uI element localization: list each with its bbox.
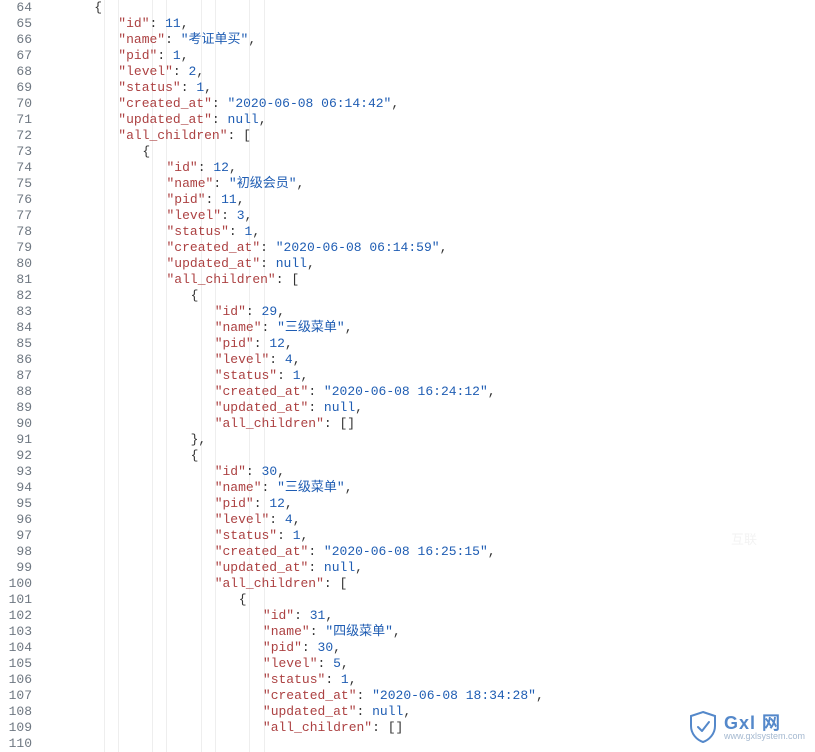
line-number: 91 [6,432,32,448]
line-number: 102 [6,608,32,624]
code-line[interactable]: "name": "初级会员", [42,176,815,192]
line-number: 77 [6,208,32,224]
line-number: 101 [6,592,32,608]
code-line[interactable]: "pid": 12, [42,336,815,352]
code-line[interactable]: "created_at": "2020-06-08 06:14:42", [42,96,815,112]
line-number: 71 [6,112,32,128]
code-line[interactable]: "name": "三级菜单", [42,320,815,336]
line-number: 107 [6,688,32,704]
code-line[interactable]: "created_at": "2020-06-08 18:34:28", [42,688,815,704]
code-line[interactable]: "all_children": [] [42,416,815,432]
line-number: 108 [6,704,32,720]
code-line[interactable]: "status": 1, [42,224,815,240]
code-line[interactable]: "pid": 1, [42,48,815,64]
line-number: 88 [6,384,32,400]
code-line[interactable]: "status": 1, [42,672,815,688]
line-number: 97 [6,528,32,544]
code-line[interactable]: { [42,0,815,16]
line-number: 84 [6,320,32,336]
code-line[interactable]: "all_children": [ [42,272,815,288]
code-line[interactable]: "level": 4, [42,512,815,528]
line-number: 105 [6,656,32,672]
line-number: 74 [6,160,32,176]
watermark-url: www.gxlsystem.com [724,732,805,741]
code-line[interactable]: "all_children": [ [42,576,815,592]
code-line[interactable]: "status": 1, [42,368,815,384]
line-number: 106 [6,672,32,688]
line-number: 75 [6,176,32,192]
code-line[interactable]: { [42,288,815,304]
line-number: 103 [6,624,32,640]
line-number: 73 [6,144,32,160]
line-number: 93 [6,464,32,480]
watermark-logo: Gxl 网 www.gxlsystem.com [688,710,805,744]
line-number: 89 [6,400,32,416]
code-line[interactable]: "status": 1, [42,80,815,96]
code-line[interactable]: "name": "考证单买", [42,32,815,48]
line-number: 68 [6,64,32,80]
line-number: 72 [6,128,32,144]
watermark-brand: Gxl 网 [724,714,805,732]
line-number: 92 [6,448,32,464]
line-number: 76 [6,192,32,208]
line-number: 95 [6,496,32,512]
code-line[interactable]: "updated_at": null, [42,560,815,576]
code-line[interactable]: "level": 2, [42,64,815,80]
line-number: 64 [6,0,32,16]
line-number: 100 [6,576,32,592]
line-number: 82 [6,288,32,304]
line-number: 110 [6,736,32,752]
line-number: 99 [6,560,32,576]
code-area[interactable]: {"id": 11,"name": "考证单买","pid": 1,"level… [42,0,815,752]
line-number: 78 [6,224,32,240]
code-line[interactable]: "level": 5, [42,656,815,672]
code-line[interactable]: { [42,592,815,608]
code-line[interactable]: "status": 1, [42,528,815,544]
code-line[interactable]: "updated_at": null, [42,256,815,272]
code-line[interactable]: "pid": 11, [42,192,815,208]
line-number: 104 [6,640,32,656]
line-number: 67 [6,48,32,64]
line-number: 80 [6,256,32,272]
code-viewer[interactable]: 6465666768697071727374757677787980818283… [0,0,815,752]
code-line[interactable]: "created_at": "2020-06-08 16:25:15", [42,544,815,560]
code-line[interactable]: "pid": 30, [42,640,815,656]
code-line[interactable]: "updated_at": null, [42,112,815,128]
line-number: 90 [6,416,32,432]
line-number: 83 [6,304,32,320]
code-line[interactable]: "all_children": [ [42,128,815,144]
code-line[interactable]: "level": 4, [42,352,815,368]
shield-icon [688,710,718,744]
line-number: 98 [6,544,32,560]
code-line[interactable]: "id": 12, [42,160,815,176]
code-line[interactable]: "id": 30, [42,464,815,480]
line-number: 94 [6,480,32,496]
line-number: 69 [6,80,32,96]
code-line[interactable]: "id": 31, [42,608,815,624]
code-line[interactable]: "level": 3, [42,208,815,224]
line-number: 109 [6,720,32,736]
line-number: 66 [6,32,32,48]
code-line[interactable]: "created_at": "2020-06-08 16:24:12", [42,384,815,400]
line-number: 86 [6,352,32,368]
line-number: 87 [6,368,32,384]
line-number: 70 [6,96,32,112]
code-line[interactable]: { [42,144,815,160]
code-line[interactable]: { [42,448,815,464]
code-line[interactable]: "pid": 12, [42,496,815,512]
line-number: 81 [6,272,32,288]
code-line[interactable]: "name": "三级菜单", [42,480,815,496]
code-line[interactable]: "id": 29, [42,304,815,320]
code-line[interactable]: "updated_at": null, [42,400,815,416]
line-number: 65 [6,16,32,32]
line-number: 85 [6,336,32,352]
code-line[interactable]: "id": 11, [42,16,815,32]
code-line[interactable]: }, [42,432,815,448]
line-number-gutter: 6465666768697071727374757677787980818283… [0,0,42,752]
code-line[interactable]: "created_at": "2020-06-08 06:14:59", [42,240,815,256]
line-number: 96 [6,512,32,528]
line-number: 79 [6,240,32,256]
code-line[interactable]: "name": "四级菜单", [42,624,815,640]
